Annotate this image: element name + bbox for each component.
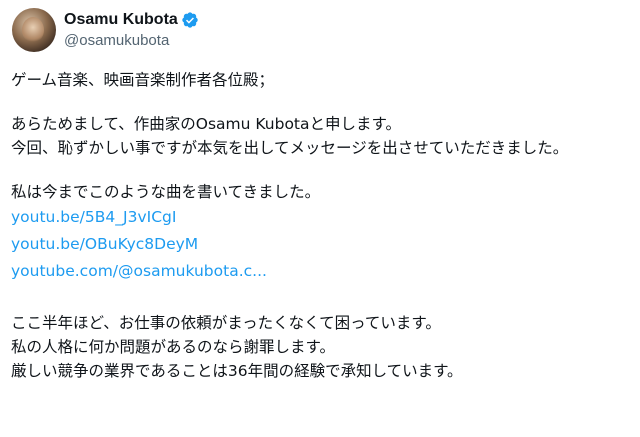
author-avatar[interactable] [12, 8, 56, 52]
link-youtu-be-1[interactable]: youtu.be/5B4_J3vICgI [11, 204, 633, 231]
link-youtube-channel[interactable]: youtube.com/@osamukubota.c... [11, 258, 633, 285]
closing-line: ここ半年ほど、お仕事の依頼がまったくなくて困っています。 [11, 314, 441, 332]
greeting-line: ゲーム音楽、映画音楽制作者各位殿； [11, 71, 275, 89]
closing-line: 私の人格に何か問題があるのなら謝罪します。 [11, 338, 335, 356]
intro-line: あらためまして、作曲家のOsamu Kubotaと申します。 [11, 115, 401, 133]
verified-badge-icon [182, 12, 198, 28]
author-names: Osamu Kubota @osamukubota [64, 9, 199, 51]
author-handle[interactable]: @osamukubota [64, 31, 199, 51]
works-intro-line: 私は今までこのような曲を書いてきました。 [11, 183, 321, 201]
request-line: 今回、恥ずかしい事ですが本気を出してメッセージを出させていただきました。 [11, 139, 569, 157]
closing-line: 厳しい競争の業界であることは36年間の経験で承知しています。 [11, 362, 463, 380]
tweet-header: Osamu Kubota @osamukubota [12, 8, 199, 52]
link-youtu-be-2[interactable]: youtu.be/OBuKyc8DeyM [11, 231, 633, 258]
tweet-text: ゲーム音楽、映画音楽制作者各位殿； あらためまして、作曲家のOsamu Kubo… [11, 68, 633, 383]
display-name-row: Osamu Kubota [64, 9, 199, 31]
author-display-name[interactable]: Osamu Kubota [64, 11, 178, 29]
